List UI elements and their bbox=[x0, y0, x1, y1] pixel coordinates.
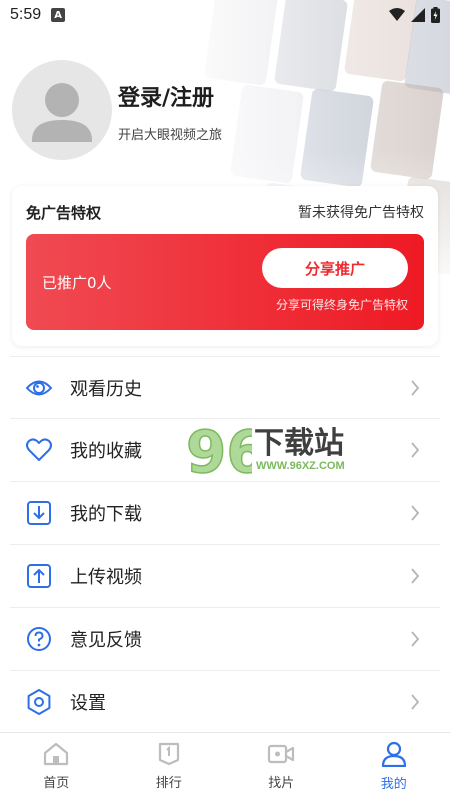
tab-home[interactable]: 首页 bbox=[0, 733, 113, 800]
settings-icon bbox=[24, 687, 54, 717]
chevron-right-icon bbox=[410, 694, 420, 710]
home-icon bbox=[44, 742, 69, 766]
ad-free-status: 暂未获得免广告特权 bbox=[298, 205, 424, 221]
promotion-count: 已推广0人 bbox=[42, 274, 112, 292]
notification-icon: A bbox=[51, 8, 66, 22]
profile-menu: 观看历史 我的收藏 我的下载 上传视频 意见反馈 设置 bbox=[10, 356, 440, 734]
bottom-nav: 首页 排行 找片 我的 bbox=[0, 732, 450, 800]
chevron-right-icon bbox=[410, 568, 420, 584]
eye-icon bbox=[24, 373, 54, 403]
download-icon bbox=[24, 498, 54, 528]
tab-label: 排行 bbox=[155, 776, 182, 791]
menu-label: 我的下载 bbox=[70, 504, 142, 525]
tab-label: 我的 bbox=[380, 777, 407, 792]
upload-icon bbox=[24, 561, 54, 591]
menu-label: 上传视频 bbox=[70, 567, 142, 588]
chevron-right-icon bbox=[410, 379, 420, 396]
status-bar: 5:59 A bbox=[0, 0, 450, 30]
menu-label: 观看历史 bbox=[70, 378, 142, 400]
feedback-icon bbox=[24, 624, 54, 654]
menu-item-feedback[interactable]: 意见反馈 bbox=[10, 608, 440, 671]
chevron-right-icon bbox=[410, 505, 420, 521]
menu-item-watch-history[interactable]: 观看历史 bbox=[10, 356, 440, 419]
login-register-link[interactable]: 登录/注册 bbox=[118, 80, 214, 112]
menu-item-my-favorites[interactable]: 我的收藏 bbox=[10, 419, 440, 482]
ranking-icon bbox=[158, 742, 179, 766]
ad-free-card: 免广告特权 暂未获得免广告特权 已推广0人 分享推广 分享可得终身免广告特权 bbox=[12, 186, 438, 346]
wifi-icon bbox=[389, 8, 405, 21]
menu-label: 意见反馈 bbox=[70, 630, 142, 651]
tab-find-video[interactable]: 找片 bbox=[225, 733, 338, 800]
menu-item-settings[interactable]: 设置 bbox=[10, 671, 440, 734]
ad-free-title: 免广告特权 bbox=[26, 203, 102, 222]
menu-item-upload-video[interactable]: 上传视频 bbox=[10, 545, 440, 608]
avatar[interactable] bbox=[12, 60, 112, 160]
promotion-note: 分享可得终身免广告特权 bbox=[275, 298, 408, 312]
user-placeholder-icon bbox=[32, 83, 92, 142]
menu-label: 我的收藏 bbox=[70, 441, 142, 462]
profile-subtitle: 开启大眼视频之旅 bbox=[118, 128, 223, 143]
heart-icon bbox=[24, 435, 54, 465]
tab-label: 找片 bbox=[268, 776, 295, 791]
profile-icon bbox=[381, 741, 406, 767]
tab-label: 首页 bbox=[43, 776, 70, 791]
video-icon bbox=[268, 744, 295, 764]
tab-ranking[interactable]: 排行 bbox=[113, 733, 226, 800]
menu-item-my-downloads[interactable]: 我的下载 bbox=[10, 482, 440, 545]
promotion-banner: 已推广0人 分享推广 分享可得终身免广告特权 bbox=[26, 234, 424, 330]
signal-icon bbox=[411, 8, 425, 22]
tab-mine[interactable]: 我的 bbox=[338, 733, 450, 800]
menu-label: 设置 bbox=[70, 693, 106, 714]
battery-icon bbox=[431, 7, 440, 23]
chevron-right-icon bbox=[410, 631, 420, 647]
status-time: 5:59 bbox=[10, 6, 42, 23]
share-promote-button[interactable]: 分享推广 bbox=[262, 248, 408, 288]
chevron-right-icon bbox=[410, 442, 420, 458]
